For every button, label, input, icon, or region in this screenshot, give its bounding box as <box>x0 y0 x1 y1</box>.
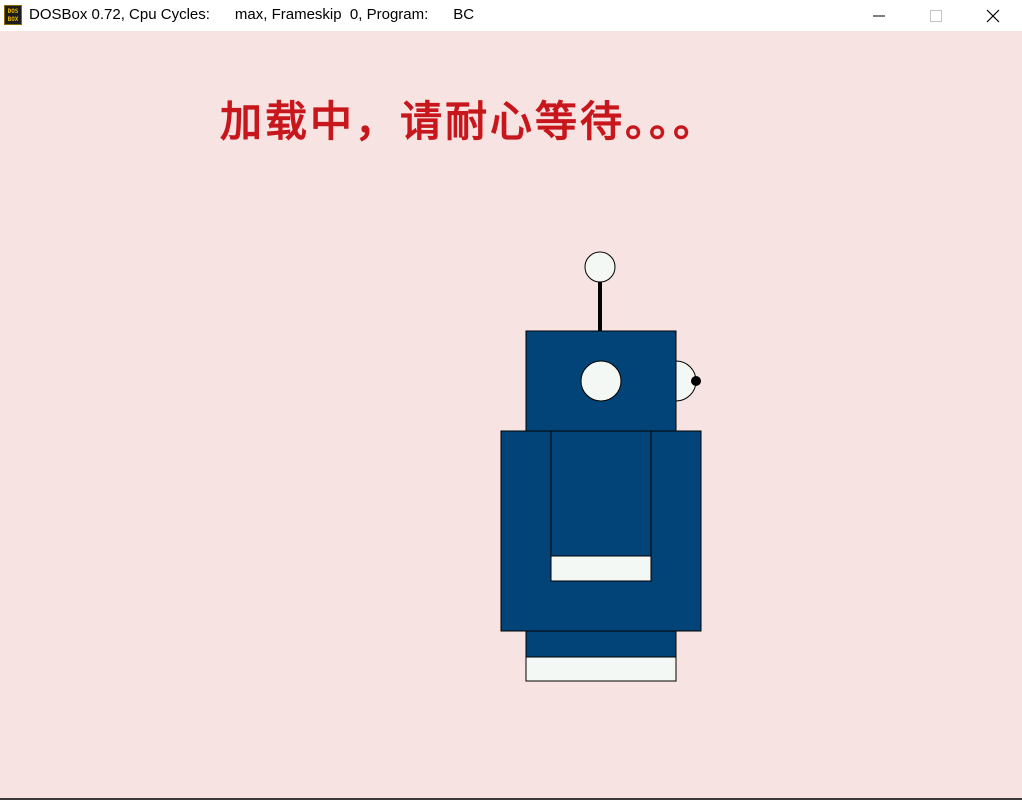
robot-illustration <box>500 251 702 682</box>
robot-eye <box>580 360 622 402</box>
robot-antenna-ball <box>584 251 616 283</box>
robot-body-stripe <box>550 555 652 582</box>
robot-feet <box>525 656 677 682</box>
robot-base <box>525 630 677 658</box>
robot-ear-dot <box>691 376 701 386</box>
